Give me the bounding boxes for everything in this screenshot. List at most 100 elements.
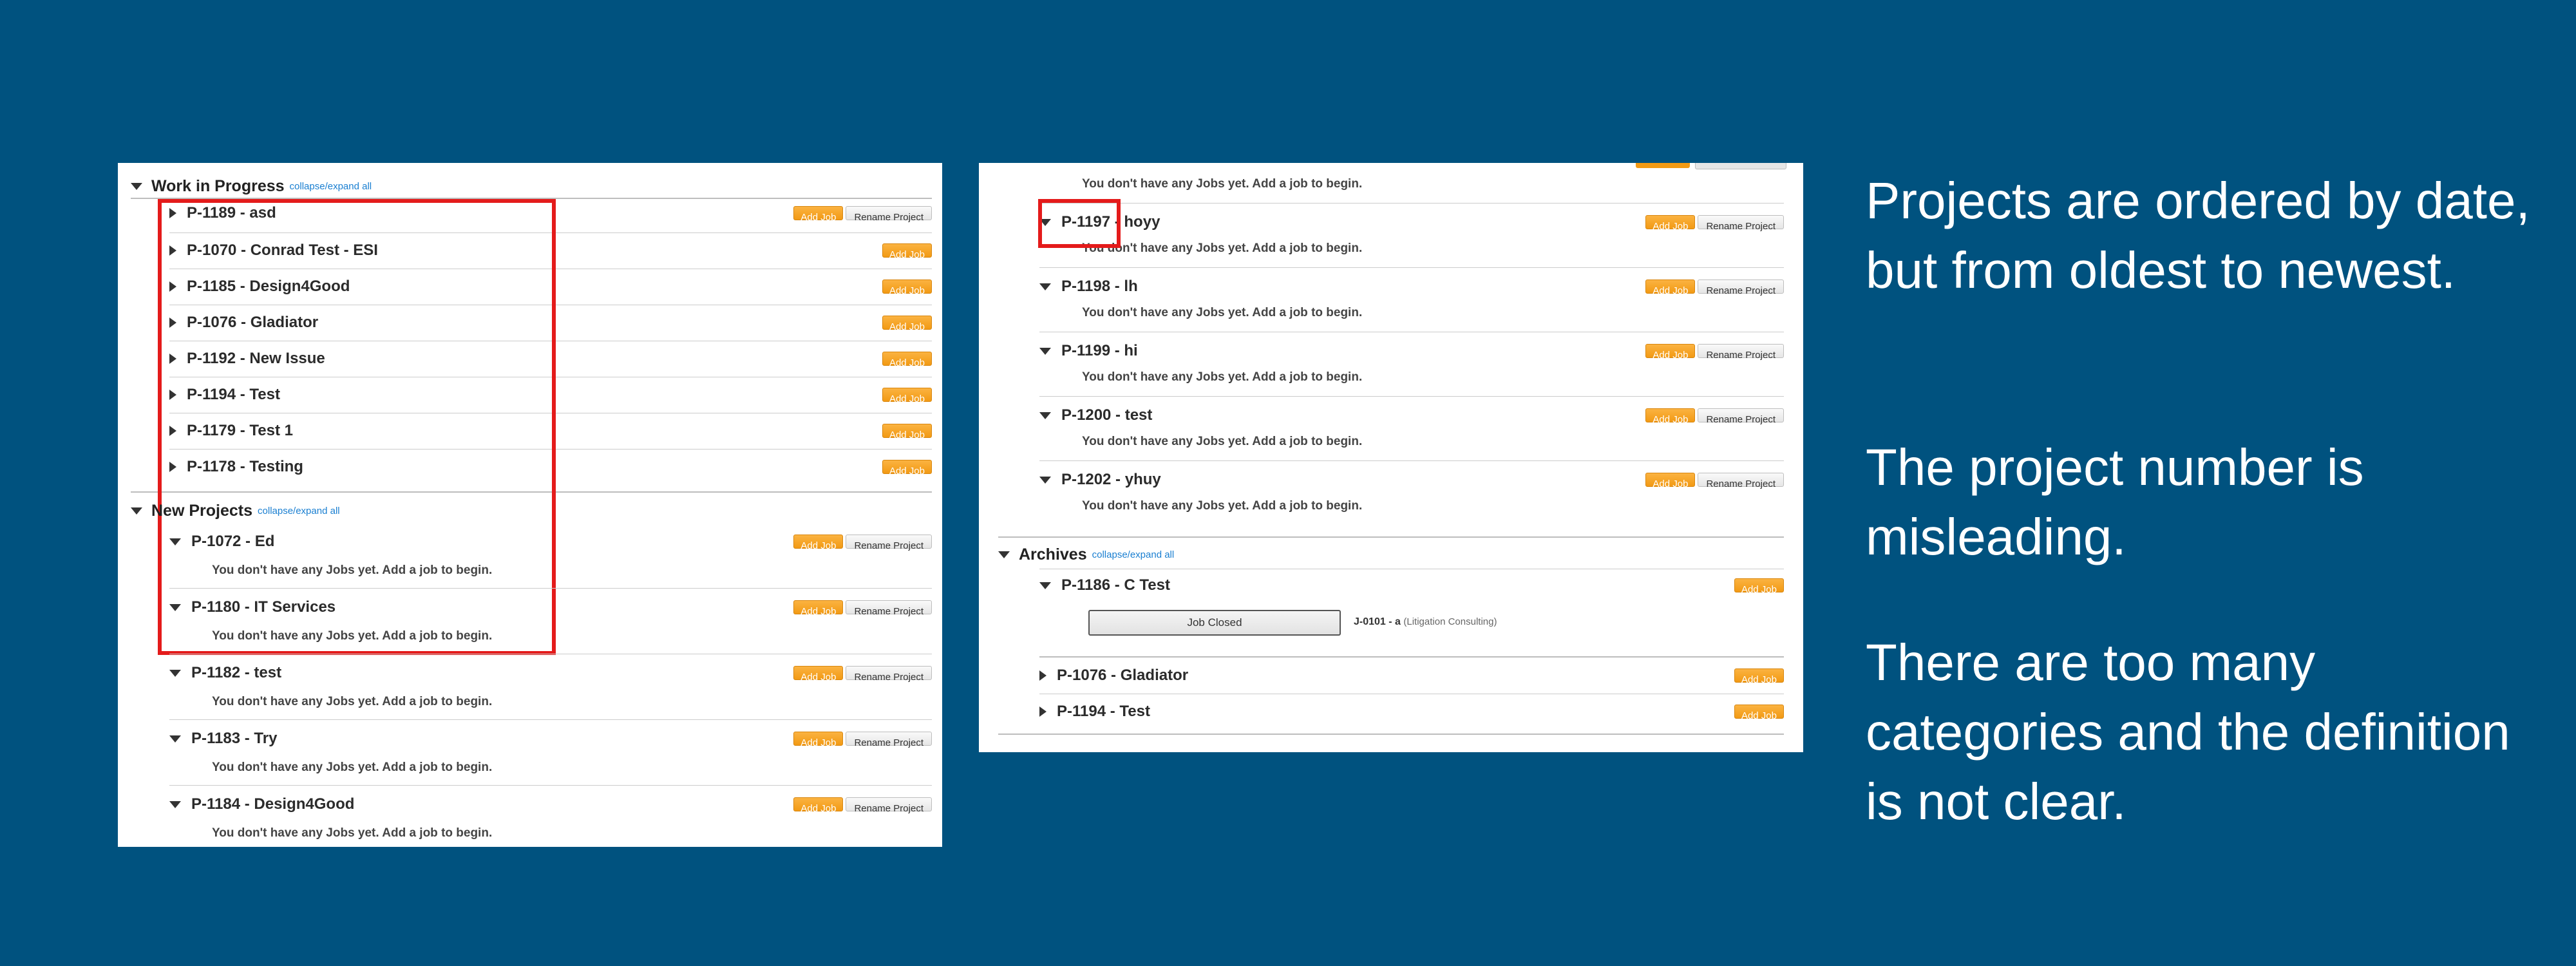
rename-project-button[interactable]: Rename Project [1698,279,1784,296]
collapse-expand-link[interactable]: collapse/expand all [290,181,372,192]
add-job-button[interactable]: Add Job [793,797,844,814]
section-divider [998,734,1784,735]
add-job-button[interactable]: Add Job [882,279,932,296]
row-divider [1039,267,1784,268]
add-job-button[interactable]: Add Job [1645,279,1696,296]
rename-project-button[interactable]: Rename Project [1698,473,1784,489]
rename-project-button[interactable]: Rename Project [846,797,932,814]
project-row[interactable]: P-1202 - yhuy Add Job Rename Project [1039,462,1784,498]
section-title: Work in Progress [151,176,285,195]
callout-ordering: Projects are ordered by date, but from o… [1866,172,2530,299]
add-job-button[interactable]: Add Job [1734,705,1784,721]
callout-categories: There are too many categories and the de… [1866,634,2510,830]
project-title: P-1199 - hi [1061,342,1138,359]
project-title: P-1202 - yhuy [1061,471,1161,488]
rename-project-button[interactable]: Rename Project [1698,408,1784,425]
collapse-expand-link[interactable]: collapse/expand all [1092,549,1175,560]
collapse-arrow-icon[interactable] [169,669,181,677]
collapse-arrow-icon[interactable] [131,507,142,515]
add-job-button[interactable]: Add Job [882,460,932,477]
section-title: New Projects [151,501,253,520]
collapse-arrow-icon[interactable] [1039,347,1051,355]
row-divider [169,785,932,786]
project-row[interactable]: P-1198 - lh Add Job Rename Project [1039,269,1784,305]
empty-jobs-message: You don't have any Jobs yet. Add a job t… [1082,435,1363,448]
add-job-button[interactable]: Add Job [1734,578,1784,595]
collapse-arrow-icon[interactable] [1039,283,1051,290]
add-job-button[interactable]: Add Job [793,600,844,617]
collapse-arrow-icon[interactable] [169,603,181,611]
empty-jobs-message: You don't have any Jobs yet. Add a job t… [1082,370,1363,384]
add-job-button[interactable]: Add Job [793,732,844,748]
add-job-button[interactable]: Add Job [1645,473,1696,489]
rename-project-button[interactable]: Rename Project [1698,215,1784,232]
collapse-arrow-icon[interactable] [169,800,181,808]
project-title: P-1076 - Gladiator [1057,667,1189,684]
section-header-archives[interactable]: Archives collapse/expand all [998,539,1174,570]
rename-project-button[interactable]: Rename Project [846,600,932,617]
project-title: P-1182 - test [191,664,282,681]
add-job-button[interactable]: Add Job [793,535,844,551]
add-job-button[interactable]: Add Job [882,316,932,332]
add-job-button[interactable]: Add Job [882,388,932,404]
add-job-button[interactable]: Add Job [1645,344,1696,361]
add-job-button-partial[interactable] [1636,163,1690,168]
project-row[interactable]: P-1076 - Gladiator Add Job [1039,658,1784,694]
collapse-arrow-icon[interactable] [169,735,181,743]
add-job-button[interactable]: Add Job [882,352,932,368]
empty-jobs-message: You don't have any Jobs yet. Add a job t… [212,826,493,840]
project-row[interactable]: P-1182 - test Add Job Rename Project [169,655,932,691]
add-job-button[interactable]: Add Job [1645,215,1696,232]
project-row[interactable]: P-1200 - test Add Job Rename Project [1039,397,1784,433]
project-row[interactable]: P-1180 - IT Services Add Job Rename Proj… [169,589,932,625]
rename-project-button[interactable]: Rename Project [846,535,932,551]
collapse-arrow-icon[interactable] [1039,412,1051,419]
empty-jobs-message: You don't have any Jobs yet. Add a job t… [1082,242,1363,255]
job-closed-button[interactable]: Job Closed [1088,610,1341,636]
empty-jobs-message: You don't have any Jobs yet. Add a job t… [1082,306,1363,319]
empty-jobs-message: You don't have any Jobs yet. Add a job t… [1082,177,1363,191]
project-title: P-1184 - Design4Good [191,795,355,813]
project-title: P-1186 - C Test [1061,576,1170,594]
project-row[interactable]: P-1199 - hi Add Job Rename Project [1039,333,1784,369]
empty-jobs-message: You don't have any Jobs yet. Add a job t… [212,761,493,774]
callout-numbering: The project number is misleading. [1866,439,2364,565]
add-job-button[interactable]: Add Job [1734,668,1784,685]
collapse-expand-link[interactable]: collapse/expand all [258,506,340,516]
section-header-new-projects[interactable]: New Projects collapse/expand all [131,495,340,526]
collapse-arrow-icon[interactable] [1039,476,1051,484]
rename-project-button[interactable]: Rename Project [846,206,932,223]
empty-jobs-message: You don't have any Jobs yet. Add a job t… [212,564,493,577]
add-job-button[interactable]: Add Job [882,243,932,260]
project-title: P-1180 - IT Services [191,598,336,616]
project-row[interactable]: P-1072 - Ed Add Job Rename Project [169,524,932,560]
collapse-arrow-icon[interactable] [169,538,181,545]
rename-project-button-partial[interactable] [1695,163,1786,169]
rename-project-button[interactable]: Rename Project [846,666,932,683]
job-category: (Litigation Consulting) [1403,616,1497,627]
add-job-button[interactable]: Add Job [793,206,844,223]
collapse-arrow-icon[interactable] [1039,582,1051,589]
rename-project-button[interactable]: Rename Project [846,732,932,748]
collapse-arrow-icon[interactable] [998,551,1010,558]
collapse-arrow-icon[interactable] [131,182,142,190]
rename-project-button[interactable]: Rename Project [1698,344,1784,361]
add-job-button[interactable]: Add Job [1645,408,1696,425]
project-title: P-1072 - Ed [191,533,275,550]
row-divider [1039,460,1784,461]
expand-arrow-icon[interactable] [1039,670,1046,681]
project-row[interactable]: P-1183 - Try Add Job Rename Project [169,721,932,757]
project-list-panel-right: You don't have any Jobs yet. Add a job t… [979,163,1803,752]
expand-arrow-icon[interactable] [1039,706,1046,717]
project-title: P-1194 - Test [1057,703,1150,720]
annotation-highlight-box [1038,199,1121,248]
annotation-highlight-box [158,199,556,655]
project-row[interactable]: P-1186 - C Test Add Job [1039,567,1784,603]
add-job-button[interactable]: Add Job [793,666,844,683]
project-row[interactable]: P-1194 - Test Add Job [1039,694,1784,730]
project-row[interactable]: P-1197 - hoyy Add Job Rename Project [1039,204,1784,240]
project-row[interactable]: P-1184 - Design4Good Add Job Rename Proj… [169,786,932,822]
add-job-button[interactable]: Add Job [882,424,932,440]
section-divider [998,536,1784,538]
row-divider [169,588,932,589]
